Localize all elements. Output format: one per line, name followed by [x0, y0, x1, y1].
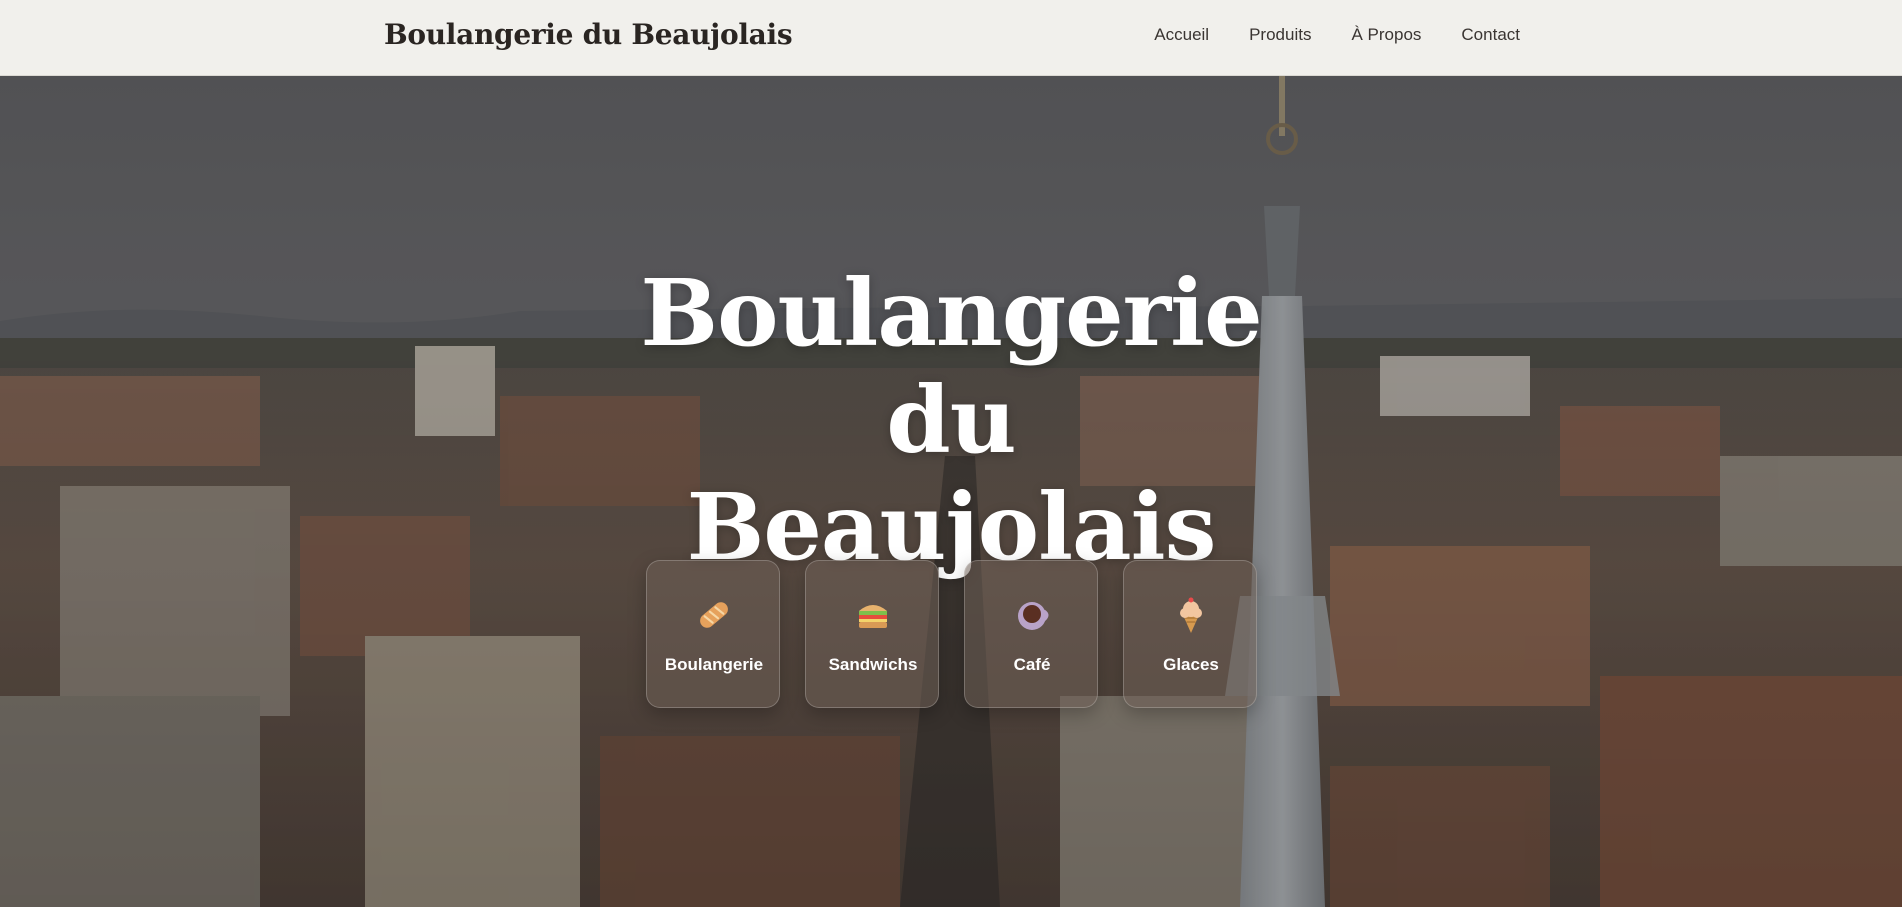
- nav-accueil[interactable]: Accueil: [1154, 25, 1209, 45]
- bread-icon: [647, 595, 781, 635]
- category-card-glaces[interactable]: Glaces: [1123, 560, 1257, 708]
- hero-title-line-2: du: [886, 365, 1016, 474]
- hero-section: Boulangerie du Beaujolais Boulangerie Sa…: [0, 76, 1902, 907]
- brand-logo[interactable]: Boulangerie du Beaujolais: [384, 18, 793, 51]
- category-label: Café: [1013, 655, 1051, 674]
- coffee-icon: [965, 595, 1099, 635]
- main-nav: Accueil Produits À Propos Contact: [1154, 25, 1520, 45]
- category-label: Glaces: [1163, 655, 1219, 674]
- sandwich-icon: [806, 595, 940, 635]
- category-label: Sandwichs: [828, 655, 918, 674]
- nav-a-propos[interactable]: À Propos: [1351, 25, 1421, 45]
- ice-cream-icon: [1124, 595, 1258, 635]
- hero-title: Boulangerie du Beaujolais: [0, 258, 1902, 581]
- category-label: Boulangerie: [664, 655, 764, 674]
- category-card-sandwichs[interactable]: Sandwichs: [805, 560, 939, 708]
- hero-title-line-1: Boulangerie: [640, 258, 1262, 367]
- site-header: Boulangerie du Beaujolais Accueil Produi…: [0, 0, 1902, 76]
- category-card-cafe[interactable]: Café: [964, 560, 1098, 708]
- category-card-boulangerie[interactable]: Boulangerie: [646, 560, 780, 708]
- nav-contact[interactable]: Contact: [1461, 25, 1520, 45]
- nav-produits[interactable]: Produits: [1249, 25, 1311, 45]
- category-cards: Boulangerie Sandwichs Café Glaces: [646, 560, 1257, 708]
